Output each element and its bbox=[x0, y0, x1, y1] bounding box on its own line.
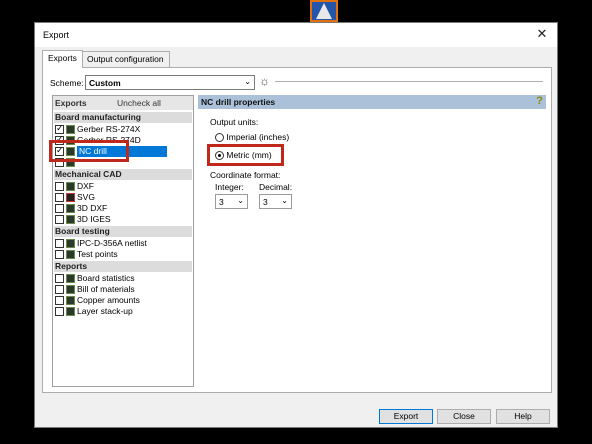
checkbox[interactable] bbox=[55, 239, 64, 248]
list-item[interactable]: Test points bbox=[54, 249, 192, 260]
list-item-label: 3D DXF bbox=[77, 203, 108, 213]
list-item-label: Test points bbox=[77, 249, 118, 259]
report-icon bbox=[66, 285, 75, 294]
close-button[interactable]: Close bbox=[437, 409, 491, 424]
test-points-icon bbox=[66, 250, 75, 259]
report-icon bbox=[66, 296, 75, 305]
list-item[interactable]: Gerber RS-274X bbox=[54, 123, 192, 135]
nc-drill-properties-panel: NC drill properties ? Output units: Impe… bbox=[198, 95, 546, 387]
integer-value: 3 bbox=[219, 197, 224, 207]
output-units-label: Output units: bbox=[210, 117, 259, 127]
group-board-testing: Board testing bbox=[54, 226, 192, 237]
list-item-label: SVG bbox=[77, 192, 95, 202]
list-header: Exports Uncheck all bbox=[53, 96, 193, 110]
list-item[interactable]: 3D IGES bbox=[54, 214, 192, 225]
coordinate-format-label: Coordinate format: bbox=[210, 170, 281, 180]
checkbox[interactable] bbox=[55, 193, 64, 202]
list-item[interactable]: Board statistics bbox=[54, 273, 192, 284]
3d-dxf-icon bbox=[66, 204, 75, 213]
title-bar: Export ✕ bbox=[35, 23, 557, 47]
scheme-value: Custom bbox=[89, 78, 121, 88]
list-item-label: Board statistics bbox=[77, 273, 135, 283]
close-icon[interactable]: ✕ bbox=[527, 23, 557, 47]
help-icon[interactable]: ? bbox=[536, 95, 543, 107]
help-button[interactable]: Help bbox=[496, 409, 550, 424]
checkbox[interactable] bbox=[55, 285, 64, 294]
group-reports: Reports bbox=[54, 261, 192, 272]
decimal-value: 3 bbox=[263, 197, 268, 207]
list-item-label: Layer stack-up bbox=[77, 306, 133, 316]
report-icon bbox=[66, 307, 75, 316]
netlist-icon bbox=[66, 239, 75, 248]
dxf-icon bbox=[66, 182, 75, 191]
checkbox[interactable] bbox=[55, 250, 64, 259]
checkbox[interactable] bbox=[55, 215, 64, 224]
chevron-down-icon: ⌄ bbox=[281, 196, 288, 205]
export-list: Exports Uncheck all Board manufacturing … bbox=[52, 95, 194, 387]
props-title: NC drill properties bbox=[201, 97, 276, 107]
list-item[interactable]: DXF bbox=[54, 181, 192, 192]
checkbox[interactable] bbox=[55, 182, 64, 191]
decimal-select[interactable]: 3 ⌄ bbox=[259, 194, 292, 209]
list-item-label: Copper amounts bbox=[77, 295, 140, 305]
list-item-label: Gerber RS-274X bbox=[77, 124, 141, 134]
3d-iges-icon bbox=[66, 215, 75, 224]
export-dialog: Export ✕ Exports Output configuration Sc… bbox=[34, 22, 558, 428]
group-board-manufacturing: Board manufacturing bbox=[54, 112, 192, 123]
list-item-label: 3D IGES bbox=[77, 214, 111, 224]
scheme-select[interactable]: Custom ⌄ bbox=[85, 75, 255, 90]
report-icon bbox=[66, 274, 75, 283]
radio-imperial[interactable]: Imperial (inches) bbox=[215, 132, 289, 142]
list-item[interactable]: IPC-D-356A netlist bbox=[54, 238, 192, 249]
scheme-label: Scheme: bbox=[50, 78, 84, 88]
chevron-down-icon: ⌄ bbox=[244, 77, 251, 86]
checkbox[interactable] bbox=[55, 307, 64, 316]
integer-select[interactable]: 3 ⌄ bbox=[215, 194, 248, 209]
list-item[interactable]: Layer stack-up bbox=[54, 306, 192, 317]
radio-button[interactable] bbox=[215, 133, 224, 142]
list-item[interactable]: SVG bbox=[54, 192, 192, 203]
group-mechanical-cad: Mechanical CAD bbox=[54, 169, 192, 180]
list-item-label: Bill of materials bbox=[77, 284, 135, 294]
divider bbox=[275, 81, 543, 82]
svg-icon bbox=[66, 193, 75, 202]
list-item[interactable]: Bill of materials bbox=[54, 284, 192, 295]
window-title: Export bbox=[43, 30, 70, 40]
list-header-title: Exports bbox=[55, 98, 87, 108]
list-item-label: DXF bbox=[77, 181, 94, 191]
gerber-icon bbox=[66, 125, 75, 134]
highlight-box bbox=[49, 140, 129, 162]
checkbox[interactable] bbox=[55, 204, 64, 213]
gear-icon[interactable]: ☼ bbox=[259, 74, 270, 88]
checkbox[interactable] bbox=[55, 123, 64, 134]
export-button[interactable]: Export bbox=[379, 409, 433, 424]
highlight-box bbox=[207, 144, 284, 166]
props-header: NC drill properties ? bbox=[198, 95, 546, 109]
background-triangle-glyph bbox=[310, 0, 338, 22]
chevron-down-icon: ⌄ bbox=[237, 196, 244, 205]
checkbox[interactable] bbox=[55, 274, 64, 283]
list-item[interactable]: 3D DXF bbox=[54, 203, 192, 214]
exports-tab-panel: Scheme: Custom ⌄ ☼ Exports Uncheck all B… bbox=[42, 67, 552, 393]
tab-output-configuration[interactable]: Output configuration bbox=[81, 51, 170, 67]
list-item[interactable]: Copper amounts bbox=[54, 295, 192, 306]
integer-label: Integer: bbox=[215, 182, 244, 192]
uncheck-all-button[interactable]: Uncheck all bbox=[117, 98, 161, 108]
decimal-label: Decimal: bbox=[259, 182, 293, 192]
radio-imperial-label: Imperial (inches) bbox=[226, 132, 290, 142]
checkbox[interactable] bbox=[55, 296, 64, 305]
list-item-label: IPC-D-356A netlist bbox=[77, 238, 147, 248]
tab-exports[interactable]: Exports bbox=[42, 50, 83, 68]
